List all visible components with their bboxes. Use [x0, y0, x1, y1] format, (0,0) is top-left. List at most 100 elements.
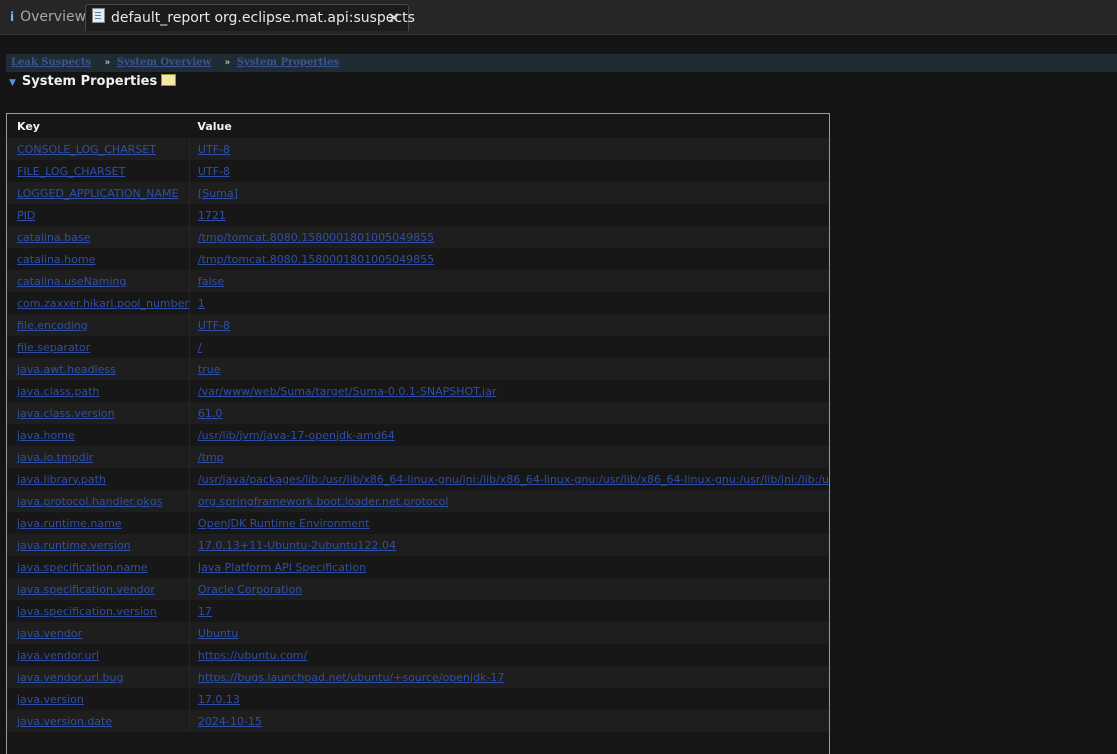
- property-value-link[interactable]: 17: [198, 605, 212, 618]
- property-value-link[interactable]: 1: [198, 297, 205, 310]
- property-value-link[interactable]: /tmp/tomcat.8080.1580001801005049855: [198, 231, 434, 244]
- property-key-link[interactable]: java.protocol.handler.pkgs: [17, 495, 162, 508]
- property-value-link[interactable]: org.springframework.boot.loader.net.prot…: [198, 495, 448, 508]
- property-key-link[interactable]: file.encoding: [17, 319, 88, 332]
- property-value-link[interactable]: true: [198, 363, 221, 376]
- value-cell: UTF-8: [189, 160, 829, 182]
- key-cell: file.encoding: [7, 314, 190, 336]
- key-cell: LOGGED_APPLICATION_NAME: [7, 182, 190, 204]
- section-header[interactable]: ▼ System Properties: [9, 73, 177, 91]
- property-key-link[interactable]: java.specification.vendor: [17, 583, 155, 596]
- property-value-link[interactable]: 17.0.13+11-Ubuntu-2ubuntu122.04: [198, 539, 396, 552]
- property-value-link[interactable]: 2024-10-15: [198, 715, 262, 728]
- value-cell: org.springframework.boot.loader.net.prot…: [189, 490, 829, 512]
- key-cell: java.vendor.url: [7, 644, 190, 666]
- key-cell: java.specification.vendor: [7, 578, 190, 600]
- property-key-link[interactable]: LOGGED_APPLICATION_NAME: [17, 187, 178, 200]
- property-key-link[interactable]: com.zaxxer.hikari.pool_number: [17, 297, 188, 310]
- property-key-link[interactable]: java.runtime.name: [17, 517, 122, 530]
- property-value-link[interactable]: Oracle Corporation: [198, 583, 302, 596]
- property-key-link[interactable]: java.vendor.url: [17, 649, 99, 662]
- property-key-link[interactable]: catalina.home: [17, 253, 95, 266]
- property-key-link[interactable]: file.separator: [17, 341, 90, 354]
- property-value-link[interactable]: 1721: [198, 209, 226, 222]
- property-value-link[interactable]: 17.0.13: [198, 693, 240, 706]
- property-value-link[interactable]: Java Platform API Specification: [198, 561, 366, 574]
- tab-overview[interactable]: i Overview: [4, 4, 94, 30]
- table-row: java.vendor Ubuntu: [7, 622, 829, 644]
- value-cell: Java Platform API Specification: [189, 556, 829, 578]
- value-cell: 1: [189, 292, 829, 314]
- table-row: java.protocol.handler.pkgs org.springfram…: [7, 490, 829, 512]
- column-header-value[interactable]: Value: [189, 114, 829, 138]
- property-value-link[interactable]: false: [198, 275, 224, 288]
- property-key-link[interactable]: java.version.date: [17, 715, 112, 728]
- value-cell: /usr/lib/jvm/java-17-openjdk-amd64: [189, 424, 829, 446]
- tab-default-report[interactable]: default_report org.eclipse.mat.api:suspe…: [85, 4, 415, 31]
- property-value-link[interactable]: Ubuntu: [198, 627, 238, 640]
- property-key-link[interactable]: catalina.base: [17, 231, 90, 244]
- property-key-link[interactable]: java.io.tmpdir: [17, 451, 93, 464]
- table-row: java.vendor.url https://ubuntu.com/: [7, 644, 829, 666]
- tab-overview-label: Overview: [20, 9, 87, 25]
- property-key-link[interactable]: FILE_LOG_CHARSET: [17, 165, 125, 178]
- table-row: catalina.useNaming false: [7, 270, 829, 292]
- property-value-link[interactable]: /: [198, 341, 202, 354]
- property-value-link[interactable]: /tmp/tomcat.8080.1580001801005049855: [198, 253, 434, 266]
- property-value-link[interactable]: /tmp: [198, 451, 224, 464]
- property-key-link[interactable]: java.version: [17, 693, 84, 706]
- breadcrumb-leak-suspects[interactable]: Leak Suspects: [11, 57, 91, 68]
- table-row: java.runtime.version 17.0.13+11-Ubuntu-2u…: [7, 534, 829, 556]
- value-cell: UTF-8: [189, 314, 829, 336]
- property-value-link[interactable]: https://bugs.launchpad.net/ubuntu/+sourc…: [198, 671, 504, 684]
- breadcrumb-separator-icon: »: [104, 58, 111, 68]
- value-cell: 17.0.13: [189, 688, 829, 710]
- property-key-link[interactable]: java.home: [17, 429, 75, 442]
- breadcrumb-system-properties[interactable]: System Properties: [237, 57, 339, 68]
- property-value-link[interactable]: UTF-8: [198, 143, 230, 156]
- table-row: LOGGED_APPLICATION_NAME [Suma]: [7, 182, 829, 204]
- property-value-link[interactable]: /usr/lib/jvm/java-17-openjdk-amd64: [198, 429, 395, 442]
- collapse-triangle-icon[interactable]: ▼: [9, 78, 16, 88]
- property-key-link[interactable]: PID: [17, 209, 35, 222]
- property-value-link[interactable]: UTF-8: [198, 165, 230, 178]
- property-value-link[interactable]: 61.0: [198, 407, 223, 420]
- value-cell: 17: [189, 600, 829, 622]
- property-value-link[interactable]: OpenJDK Runtime Environment: [198, 517, 369, 530]
- table-row: java.home/usr/lib/jvm/java-17-openjdk-am…: [7, 424, 829, 446]
- property-key-link[interactable]: java.specification.name: [17, 561, 148, 574]
- table-row: java.version 17.0.13: [7, 688, 829, 710]
- system-properties-table: Key Value CONSOLE_LOG_CHARSET UTF-8 FILE_L…: [6, 113, 830, 754]
- key-cell: FILE_LOG_CHARSET: [7, 160, 190, 182]
- table-row: java.io.tmpdir/tmp: [7, 446, 829, 468]
- tab-default-report-label: default_report org.eclipse.mat.api:suspe…: [111, 10, 415, 26]
- property-key-link[interactable]: java.class.version: [17, 407, 115, 420]
- table-row: FILE_LOG_CHARSET UTF-8: [7, 160, 829, 182]
- property-key-link[interactable]: java.specification.version: [17, 605, 157, 618]
- property-key-link[interactable]: java.library.path: [17, 473, 106, 486]
- property-key-link[interactable]: CONSOLE_LOG_CHARSET: [17, 143, 156, 156]
- key-cell: java.io.tmpdir: [7, 446, 190, 468]
- table-row: java.specification.vendor Oracle Corporat…: [7, 578, 829, 600]
- property-key-link[interactable]: java.class.path: [17, 385, 99, 398]
- property-key-link[interactable]: java.vendor.url.bug: [17, 671, 124, 684]
- property-value-link[interactable]: /var/www/web/Suma/target/Suma-0.0.1-SNAP…: [198, 385, 496, 398]
- value-cell: [Suma]: [189, 182, 829, 204]
- property-key-link[interactable]: java.vendor: [17, 627, 82, 640]
- value-cell: OpenJDK Runtime Environment: [189, 512, 829, 534]
- table-header-row: Key Value: [7, 114, 829, 138]
- property-value-link[interactable]: /usr/java/packages/lib:/usr/lib/x86_64-l…: [198, 473, 829, 486]
- property-value-link[interactable]: https://ubuntu.com/: [198, 649, 307, 662]
- property-key-link[interactable]: java.awt.headless: [17, 363, 116, 376]
- details-icon[interactable]: [161, 74, 177, 86]
- property-value-link[interactable]: UTF-8: [198, 319, 230, 332]
- close-icon[interactable]: ✕: [387, 5, 400, 31]
- value-cell: /tmp/tomcat.8080.1580001801005049855: [189, 248, 829, 270]
- property-value-link[interactable]: [Suma]: [198, 187, 238, 200]
- property-key-link[interactable]: catalina.useNaming: [17, 275, 126, 288]
- table-body: CONSOLE_LOG_CHARSET UTF-8 FILE_LOG_CHARSET…: [7, 138, 829, 732]
- column-header-key[interactable]: Key: [7, 114, 189, 138]
- breadcrumb-system-overview[interactable]: System Overview: [117, 57, 211, 68]
- key-cell: java.runtime.name: [7, 512, 190, 534]
- property-key-link[interactable]: java.runtime.version: [17, 539, 131, 552]
